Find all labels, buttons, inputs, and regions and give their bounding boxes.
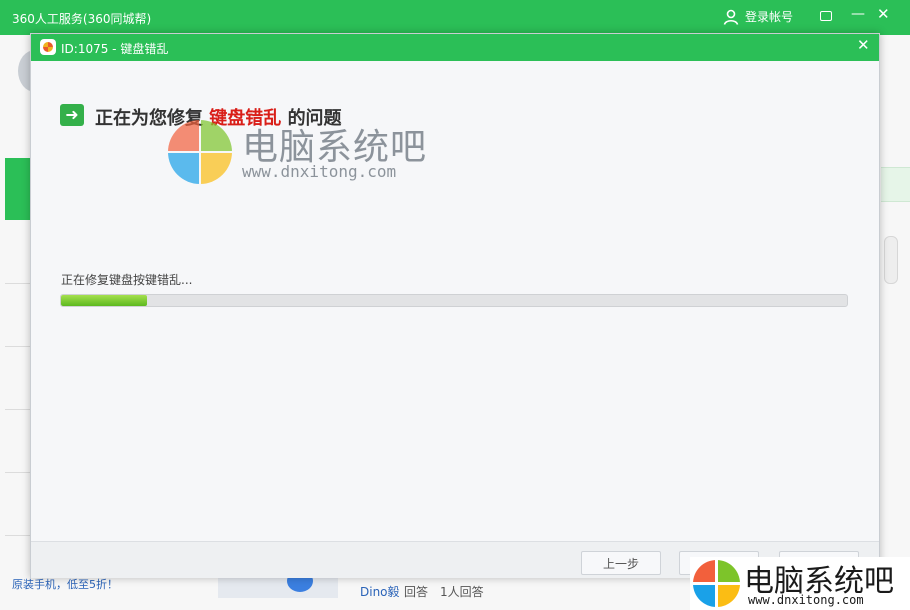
notice-strip (881, 167, 910, 202)
login-button[interactable]: 登录帐号 (723, 8, 793, 25)
prev-step-button[interactable]: 上一步 (581, 551, 661, 575)
sidebar-divider (5, 409, 30, 410)
app-title: 360人工服务(360同城帮) (12, 12, 152, 26)
answer-user-link[interactable]: Dino毅 (360, 583, 400, 600)
sidebar-divider (5, 346, 30, 347)
windows-logo-icon (168, 120, 232, 184)
scrollbar-thumb[interactable] (884, 236, 898, 284)
minimize-icon[interactable]: — (851, 6, 865, 22)
status-text: 正在修复键盘按键错乱... (61, 273, 193, 287)
lifebuoy-icon (40, 39, 56, 55)
user-icon (723, 9, 739, 25)
sidebar-active-item[interactable] (5, 158, 31, 220)
repair-dialog: ID:1075 - 键盘错乱 ✕ ➜ 正在为您修复 键盘错乱 的问题 正在修复键… (30, 33, 880, 578)
login-label: 登录帐号 (745, 10, 794, 24)
corner-watermark-url: www.dnxitong.com (748, 593, 864, 607)
watermark: 电脑系统吧 www.dnxitong.com (168, 120, 438, 192)
windows-logo-icon (693, 560, 740, 607)
progress-fill (61, 295, 147, 306)
close-icon[interactable]: ✕ (877, 5, 890, 23)
answer-count: 1人回答 (440, 585, 484, 599)
answer-verb: 回答 (404, 585, 429, 599)
promo-link[interactable]: 原装手机，低至5折！ (12, 576, 118, 592)
question-thumbnail[interactable] (218, 578, 338, 598)
feedback-icon[interactable] (820, 11, 832, 21)
corner-watermark: 电脑系统吧 www.dnxitong.com (690, 557, 910, 610)
sidebar-divider (5, 472, 30, 473)
watermark-url: www.dnxitong.com (242, 162, 397, 181)
sidebar-divider (5, 535, 30, 536)
arrow-right-icon: ➜ (60, 104, 84, 126)
dialog-close-icon[interactable]: ✕ (857, 36, 870, 54)
progress-bar (60, 294, 848, 307)
dialog-title: ID:1075 - 键盘错乱 (61, 42, 169, 56)
sidebar-divider (5, 283, 30, 284)
